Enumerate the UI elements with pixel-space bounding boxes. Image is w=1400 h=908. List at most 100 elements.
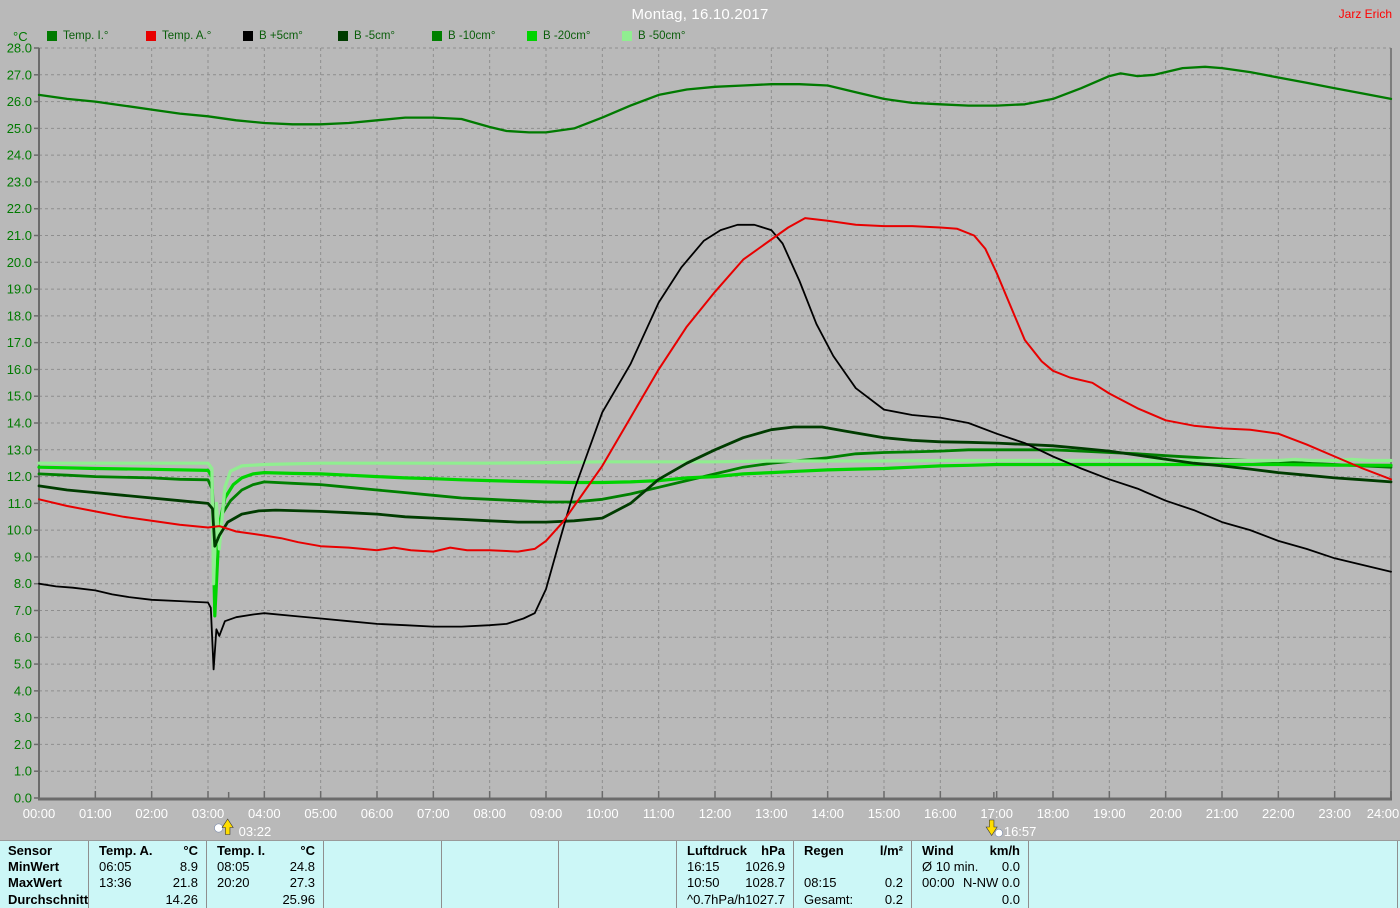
y-tick-label: 1.0 <box>14 764 32 779</box>
cell-value: 1028.7 <box>745 875 785 891</box>
x-tick-label: 08:00 <box>473 806 506 821</box>
x-tick-label: 18:00 <box>1037 806 1070 821</box>
column-header <box>1029 843 1397 859</box>
row-label: MaxWert <box>8 875 62 891</box>
temperature-chart: 0.0 1.0 2.0 3.0 4.0 5.0 6.0 7.0 8.0 9.0 10.0 11.0 12… <box>0 0 1400 840</box>
summary-table: Sensor MinWert MaxWert Durchschnitt Temp. A.… <box>0 840 1400 908</box>
y-tick-label: 3.0 <box>14 710 32 725</box>
column-unit: km/h <box>989 843 1020 858</box>
cell-time: 08:15 <box>804 875 837 891</box>
x-tick-label: 12:00 <box>699 806 732 821</box>
cell-time: Gesamt: <box>804 891 854 907</box>
sunrise-time-label: 03:22 <box>239 824 272 839</box>
column-header: Regen l/m² <box>794 843 911 859</box>
y-tick-label: 26.0 <box>7 94 32 109</box>
y-tick-label: 19.0 <box>7 282 32 297</box>
cell-time: 13:36 <box>99 875 132 891</box>
sun-down-icon <box>994 828 1003 838</box>
x-tick-label: 09:00 <box>530 806 563 821</box>
cell-time: 06:05 <box>99 859 132 875</box>
x-tick-label: 17:00 <box>980 806 1013 821</box>
table-cell-row <box>559 875 676 891</box>
cell-value: 0.2 <box>884 875 903 891</box>
column-header <box>442 843 558 859</box>
y-tick-label: 13.0 <box>7 442 32 457</box>
row-label: Durchschnitt <box>8 891 89 907</box>
column-header: Luftdruck hPa <box>677 843 793 859</box>
y-tick-label: 11.0 <box>8 496 32 511</box>
weather-app-window: { "header": { "title": "Montag, 16.10.20… <box>0 0 1400 908</box>
table-column-regen: Regen l/m² 08:15 0.2 Gesamt: 0.2 <box>793 841 911 908</box>
table-cell-row: 13:36 21.8 <box>89 875 206 891</box>
cell-value: 0.2 <box>884 891 903 907</box>
column-name: Wind <box>922 843 954 858</box>
cell-value: 25.96 <box>282 891 315 907</box>
table-cell-row <box>442 859 558 875</box>
table-cell-row: 0.0 <box>912 892 1028 908</box>
table-cell-row <box>559 892 676 908</box>
x-tick-label: 02:00 <box>135 806 168 821</box>
sunset-time-label: 16:57 <box>1004 824 1037 839</box>
cell-value: 8.9 <box>179 859 198 875</box>
table-column-empty <box>558 841 676 908</box>
y-tick-label: 8.0 <box>14 576 32 591</box>
table-cell-row <box>324 859 441 875</box>
y-axis: 0.0 1.0 2.0 3.0 4.0 5.0 6.0 7.0 8.0 9.0 10.0 11.0 12… <box>7 41 39 806</box>
row-label: MinWert <box>8 859 60 875</box>
table-column-temp-i: Temp. I. °C 08:05 24.8 20:20 27.3 25.96 <box>206 841 323 908</box>
y-tick-label: 20.0 <box>7 255 32 270</box>
y-tick-label: 15.0 <box>7 389 32 404</box>
x-tick-label: 11:00 <box>643 806 675 821</box>
table-cell-row <box>324 875 441 891</box>
column-header: Temp. A. °C <box>89 843 206 859</box>
table-cell-row: Ø 10 min. 0.0 <box>912 859 1028 875</box>
table-cell-row: 00:00 N-NW 0.0 <box>912 875 1028 891</box>
column-header <box>559 843 676 859</box>
x-tick-label: 14:00 <box>811 806 844 821</box>
y-tick-label: 21.0 <box>7 228 32 243</box>
y-tick-label: 6.0 <box>14 630 32 645</box>
gridlines <box>39 47 1391 798</box>
cell-value: 1026.9 <box>745 859 785 875</box>
table-cell-row <box>794 859 911 875</box>
table-cell-row: ^0.7hPa/h 1027.7 <box>677 892 793 908</box>
column-unit: l/m² <box>879 843 903 858</box>
table-column-empty <box>441 841 558 908</box>
x-tick-label: 20:00 <box>1149 806 1182 821</box>
x-tick-label: 24:00 <box>1367 806 1400 821</box>
y-tick-label: 5.0 <box>14 657 32 672</box>
table-cell-row: 06:05 8.9 <box>89 859 206 875</box>
y-tick-label: 7.0 <box>14 603 32 618</box>
table-cell-row <box>442 875 558 891</box>
table-cell-row: 08:15 0.2 <box>794 875 911 891</box>
x-tick-label: 19:00 <box>1093 806 1126 821</box>
table-column-temp-a: Temp. A. °C 06:05 8.9 13:36 21.8 14.26 <box>88 841 206 908</box>
y-tick-label: 10.0 <box>7 523 32 538</box>
column-unit: °C <box>183 843 198 858</box>
cell-value: 27.3 <box>289 875 315 891</box>
x-tick-label: 16:00 <box>924 806 957 821</box>
cell-time: 20:20 <box>217 875 250 891</box>
column-unit: °C <box>300 843 315 858</box>
table-cell-row <box>1029 875 1397 891</box>
table-column-empty <box>323 841 441 908</box>
x-tick-label: 22:00 <box>1262 806 1295 821</box>
table-cell-row <box>442 892 558 908</box>
table-right-border <box>1397 841 1398 908</box>
table-column-wind: Wind km/h Ø 10 min. 0.0 00:00 N-NW 0.0 0.0 <box>911 841 1028 908</box>
column-name: Temp. A. <box>99 843 153 858</box>
table-cell-row: 08:05 24.8 <box>207 859 323 875</box>
y-tick-label: 12.0 <box>7 469 32 484</box>
cell-time: Ø 10 min. <box>922 859 979 875</box>
cell-value: 1027.7 <box>745 891 785 907</box>
x-tick-label: 05:00 <box>304 806 337 821</box>
x-tick-label: 04:00 <box>248 806 281 821</box>
cell-time: 10:50 <box>687 875 720 891</box>
y-tick-label: 2.0 <box>14 737 32 752</box>
y-tick-label: 17.0 <box>7 335 32 350</box>
column-header: Wind km/h <box>912 843 1028 859</box>
column-name: Temp. I. <box>217 843 266 858</box>
y-tick-label: 22.0 <box>7 201 32 216</box>
column-unit: hPa <box>761 843 785 858</box>
x-tick-label: 15:00 <box>868 806 901 821</box>
